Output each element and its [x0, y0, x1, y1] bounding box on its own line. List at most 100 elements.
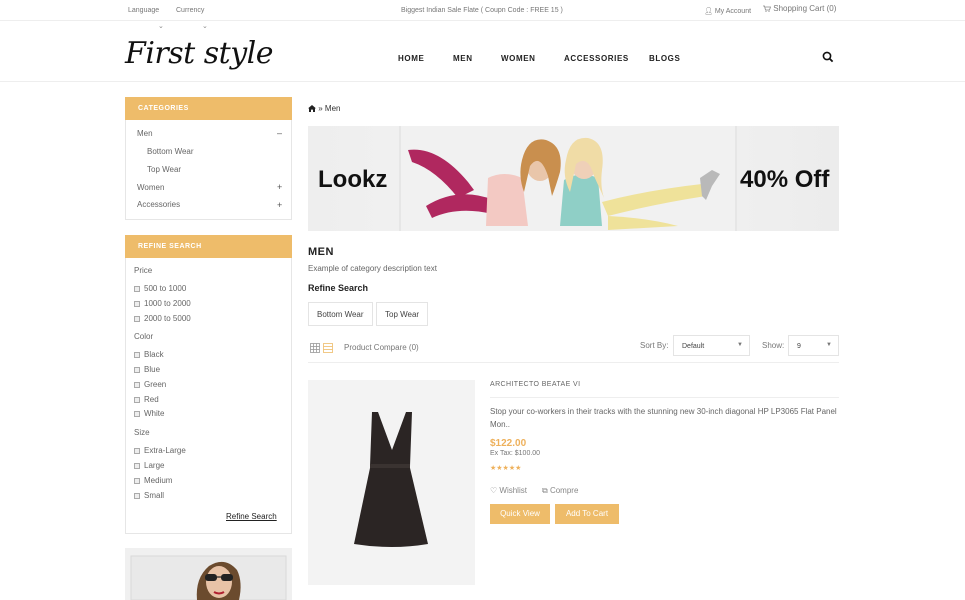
filter-option-label: Large	[144, 461, 165, 470]
expand-icon[interactable]: +	[277, 200, 282, 210]
filter-group-color: Color	[134, 332, 154, 341]
filter-option-label: Medium	[144, 476, 173, 485]
filter-price-checkbox[interactable]: 500 to 1000	[134, 284, 186, 293]
checkbox-icon[interactable]	[134, 382, 140, 388]
nav-accessories[interactable]: ACCESSORIES	[564, 54, 629, 63]
category-women[interactable]: Women	[137, 183, 164, 192]
show-count-value: 9	[797, 343, 801, 350]
chevron-down-icon: ▼	[737, 342, 743, 348]
list-view-icon[interactable]	[323, 343, 333, 353]
sidebar-promo-image[interactable]	[125, 548, 292, 600]
grid-view-icon[interactable]	[310, 343, 320, 353]
banner-right-text: 40% Off	[740, 166, 830, 193]
home-icon[interactable]	[308, 104, 316, 112]
nav-home[interactable]: HOME	[398, 54, 424, 63]
shopping-cart-label: Shopping Cart (0)	[773, 4, 837, 13]
page-title: MEN	[308, 246, 334, 258]
page: Language ⌄ Currency ⌄ Biggest Indian Sal…	[0, 0, 965, 600]
chevron-down-icon: ▼	[826, 342, 832, 348]
language-dropdown[interactable]: Language	[128, 7, 159, 14]
filter-color-checkbox[interactable]: White	[134, 409, 164, 418]
expand-icon[interactable]: +	[277, 182, 282, 192]
filter-option-label: Red	[144, 395, 159, 404]
breadcrumb-separator: »	[318, 104, 323, 113]
filter-group-price: Price	[134, 266, 153, 275]
checkbox-icon[interactable]	[134, 352, 140, 358]
product-ex-tax: Ex Tax: $100.00	[490, 450, 541, 457]
header: First style HOME MEN WOMEN ACCESSORIES B…	[0, 21, 965, 82]
compare-label: Compre	[549, 486, 579, 495]
top-bar: Language ⌄ Currency ⌄ Biggest Indian Sal…	[0, 0, 965, 30]
filter-option-label: 1000 to 2000	[144, 299, 191, 308]
my-account-label: My Account	[714, 8, 752, 15]
product-description: Stop your co-workers in their tracks wit…	[490, 407, 837, 429]
sort-by-label: Sort By:	[640, 341, 669, 350]
category-banner[interactable]: Lookz 40% Off	[308, 126, 839, 231]
checkbox-icon[interactable]	[134, 286, 140, 292]
filter-option-label: 2000 to 5000	[144, 314, 191, 323]
categories-heading: CATEGORIES	[125, 97, 292, 120]
product-image[interactable]	[308, 380, 475, 585]
checkbox-icon[interactable]	[134, 478, 140, 484]
wishlist-button[interactable]: ♡ Wishlist	[490, 486, 527, 495]
checkbox-icon[interactable]	[134, 397, 140, 403]
logo[interactable]: First style	[125, 36, 274, 71]
filter-group-size: Size	[134, 428, 150, 437]
filter-size-checkbox[interactable]: Extra-Large	[134, 446, 186, 455]
collapse-icon[interactable]: –	[277, 128, 282, 138]
checkbox-icon[interactable]	[134, 367, 140, 373]
nav-women[interactable]: WOMEN	[501, 54, 536, 63]
shopping-cart-link[interactable]: Shopping Cart (0)	[763, 4, 836, 13]
category-description: Example of category description text	[308, 264, 437, 273]
category-bottom-wear[interactable]: Bottom Wear	[147, 147, 194, 156]
filter-option-label: White	[144, 409, 165, 418]
wishlist-label: Wishlist	[499, 486, 527, 495]
filter-size-checkbox[interactable]: Small	[134, 491, 164, 500]
filter-option-label: Black	[144, 350, 164, 359]
product-price: $122.00	[490, 438, 527, 449]
filter-price-checkbox[interactable]: 1000 to 2000	[134, 299, 191, 308]
divider	[490, 397, 839, 398]
compare-button[interactable]: ⧉ Compre	[542, 486, 578, 496]
category-men[interactable]: Men	[137, 129, 153, 138]
filter-color-checkbox[interactable]: Blue	[134, 365, 160, 374]
filter-color-checkbox[interactable]: Red	[134, 395, 159, 404]
refine-search-heading: REFINE SEARCH	[125, 235, 292, 258]
subcategory-bottom-wear-button[interactable]: Bottom Wear	[308, 302, 373, 326]
filter-color-checkbox[interactable]: Black	[134, 350, 164, 359]
filter-price-checkbox[interactable]: 2000 to 5000	[134, 314, 191, 323]
search-icon[interactable]	[822, 51, 834, 63]
filter-color-checkbox[interactable]: Green	[134, 380, 166, 389]
my-account-link[interactable]: 👤︎ My Account	[704, 7, 751, 15]
breadcrumb-current[interactable]: Men	[325, 104, 341, 113]
filter-option-label: 500 to 1000	[144, 284, 187, 293]
filter-size-checkbox[interactable]: Medium	[134, 476, 172, 485]
category-top-wear[interactable]: Top Wear	[147, 165, 181, 174]
checkbox-icon[interactable]	[134, 448, 140, 454]
checkbox-icon[interactable]	[134, 316, 140, 322]
banner-left-text: Lookz	[318, 166, 388, 193]
product-name[interactable]: ARCHITECTO BEATAE VI	[490, 381, 580, 388]
promo-model-illustration	[130, 555, 287, 600]
subcategory-top-wear-button[interactable]: Top Wear	[376, 302, 429, 326]
quick-view-button[interactable]: Quick View	[490, 504, 550, 524]
checkbox-icon[interactable]	[134, 493, 140, 499]
nav-blogs[interactable]: BLOGS	[649, 54, 680, 63]
add-to-cart-button[interactable]: Add To Cart	[555, 504, 619, 524]
currency-dropdown[interactable]: Currency	[176, 7, 204, 14]
checkbox-icon[interactable]	[134, 411, 140, 417]
filter-size-checkbox[interactable]: Large	[134, 461, 164, 470]
refine-search-subheading: Refine Search	[308, 283, 369, 293]
heart-icon: ♡	[490, 486, 498, 495]
checkbox-icon[interactable]	[134, 301, 140, 307]
product-rating: ★★★★★	[490, 465, 522, 472]
product-compare-link[interactable]: Product Compare (0)	[344, 343, 419, 352]
refine-search-button[interactable]: Refine Search	[226, 512, 277, 521]
cart-icon	[763, 5, 772, 12]
checkbox-icon[interactable]	[134, 463, 140, 469]
sort-by-select[interactable]: Default ▼	[673, 335, 750, 356]
sort-by-value: Default	[682, 343, 705, 350]
show-count-select[interactable]: 9 ▼	[788, 335, 839, 356]
nav-men[interactable]: MEN	[453, 54, 473, 63]
category-accessories[interactable]: Accessories	[137, 200, 180, 209]
